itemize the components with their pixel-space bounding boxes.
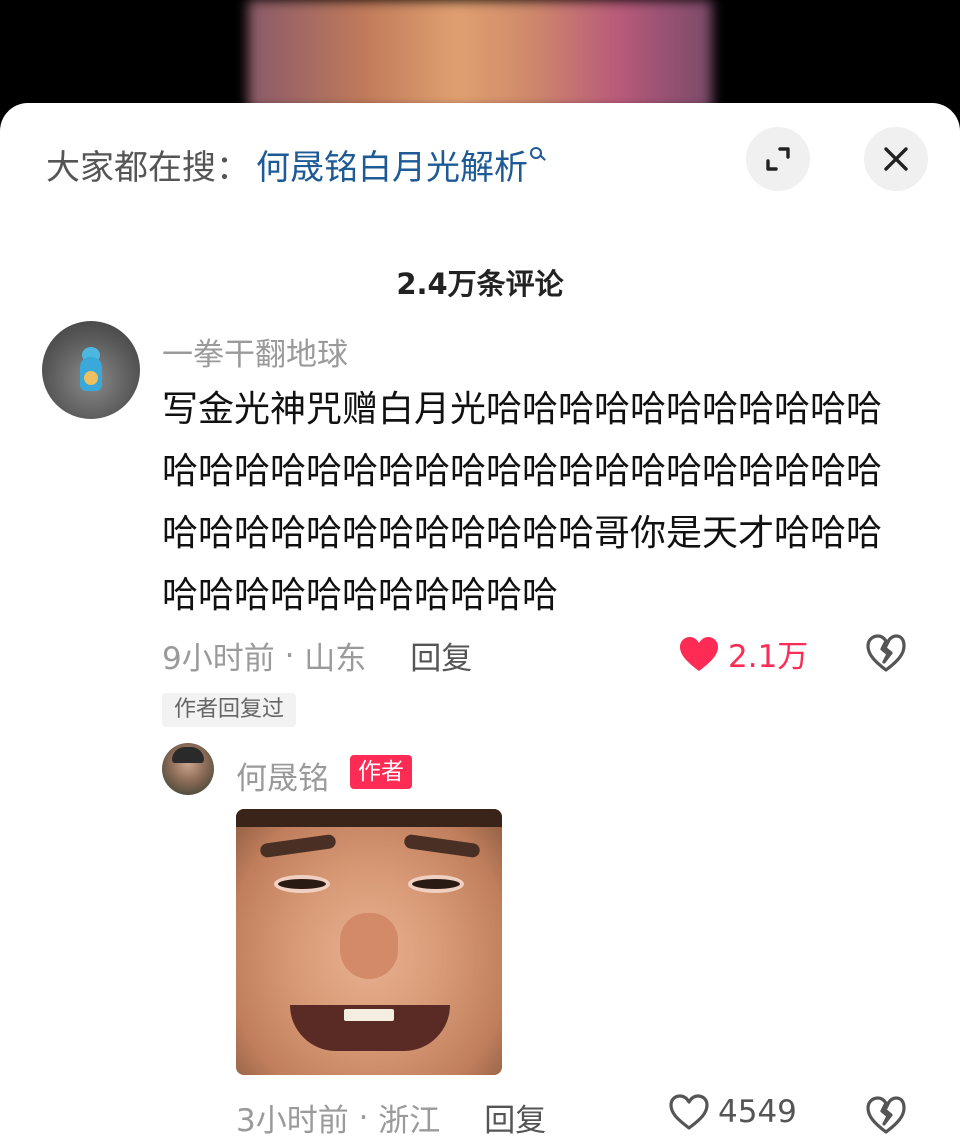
comments-count-title: 2.4万条评论 <box>396 267 564 301</box>
meta-separator: · <box>348 1099 379 1136</box>
broken-heart-icon <box>866 634 906 672</box>
commenter-username[interactable]: 一拳干翻地球 <box>162 329 348 374</box>
dislike-button[interactable] <box>864 631 908 675</box>
heart-icon <box>680 636 718 671</box>
trending-search-bar: 大家都在搜： 何晟铭白月光解析 <box>46 140 546 189</box>
meta-separator: · <box>274 637 305 674</box>
author-replied-tag: 作者回复过 <box>162 693 297 727</box>
reply-dislike-button[interactable] <box>864 1093 908 1137</box>
broken-heart-icon <box>866 1096 906 1134</box>
reply-like-count: 4549 <box>718 1094 797 1130</box>
author-avatar[interactable] <box>162 743 214 795</box>
comments-sheet: 大家都在搜： 何晟铭白月光解析 2.4万条评论 一拳干翻地球 写金光神咒赠白月光… <box>0 103 960 1141</box>
reply-meta: 3小时前 · 浙江 回复 <box>236 1095 546 1140</box>
trending-search-link[interactable]: 何晟铭白月光解析 <box>256 140 528 189</box>
video-background <box>248 0 712 110</box>
close-icon <box>884 147 908 171</box>
search-icon[interactable] <box>530 147 546 163</box>
comment-time: 9小时前 <box>162 641 275 677</box>
author-badge: 作者 <box>350 755 412 789</box>
heart-outline-icon <box>669 1094 709 1130</box>
author-username[interactable]: 何晟铭 <box>236 753 329 798</box>
comment-location: 山东 <box>304 641 367 677</box>
commenter-avatar[interactable] <box>42 321 140 419</box>
comment-meta: 9小时前 · 山东 回复 <box>162 633 472 678</box>
reply-time: 3小时前 <box>236 1103 349 1139</box>
trending-search-label: 大家都在搜： <box>46 147 250 188</box>
like-count: 2.1万 <box>728 639 809 675</box>
expand-button[interactable] <box>746 127 810 191</box>
expand-icon <box>766 147 790 171</box>
comment-text[interactable]: 写金光神咒赠白月光哈哈哈哈哈哈哈哈哈哈哈哈哈哈哈哈哈哈哈哈哈哈哈哈哈哈哈哈哈哈哈… <box>162 379 892 627</box>
reply-reply-button[interactable]: 回复 <box>484 1095 546 1140</box>
like-button[interactable]: 2.1万 <box>678 631 808 676</box>
reply-location: 浙江 <box>378 1103 441 1139</box>
reply-like-button[interactable]: 4549 <box>668 1093 797 1131</box>
reply-meme-image[interactable] <box>236 809 502 1075</box>
reply-button[interactable]: 回复 <box>410 633 472 678</box>
close-button[interactable] <box>864 127 928 191</box>
